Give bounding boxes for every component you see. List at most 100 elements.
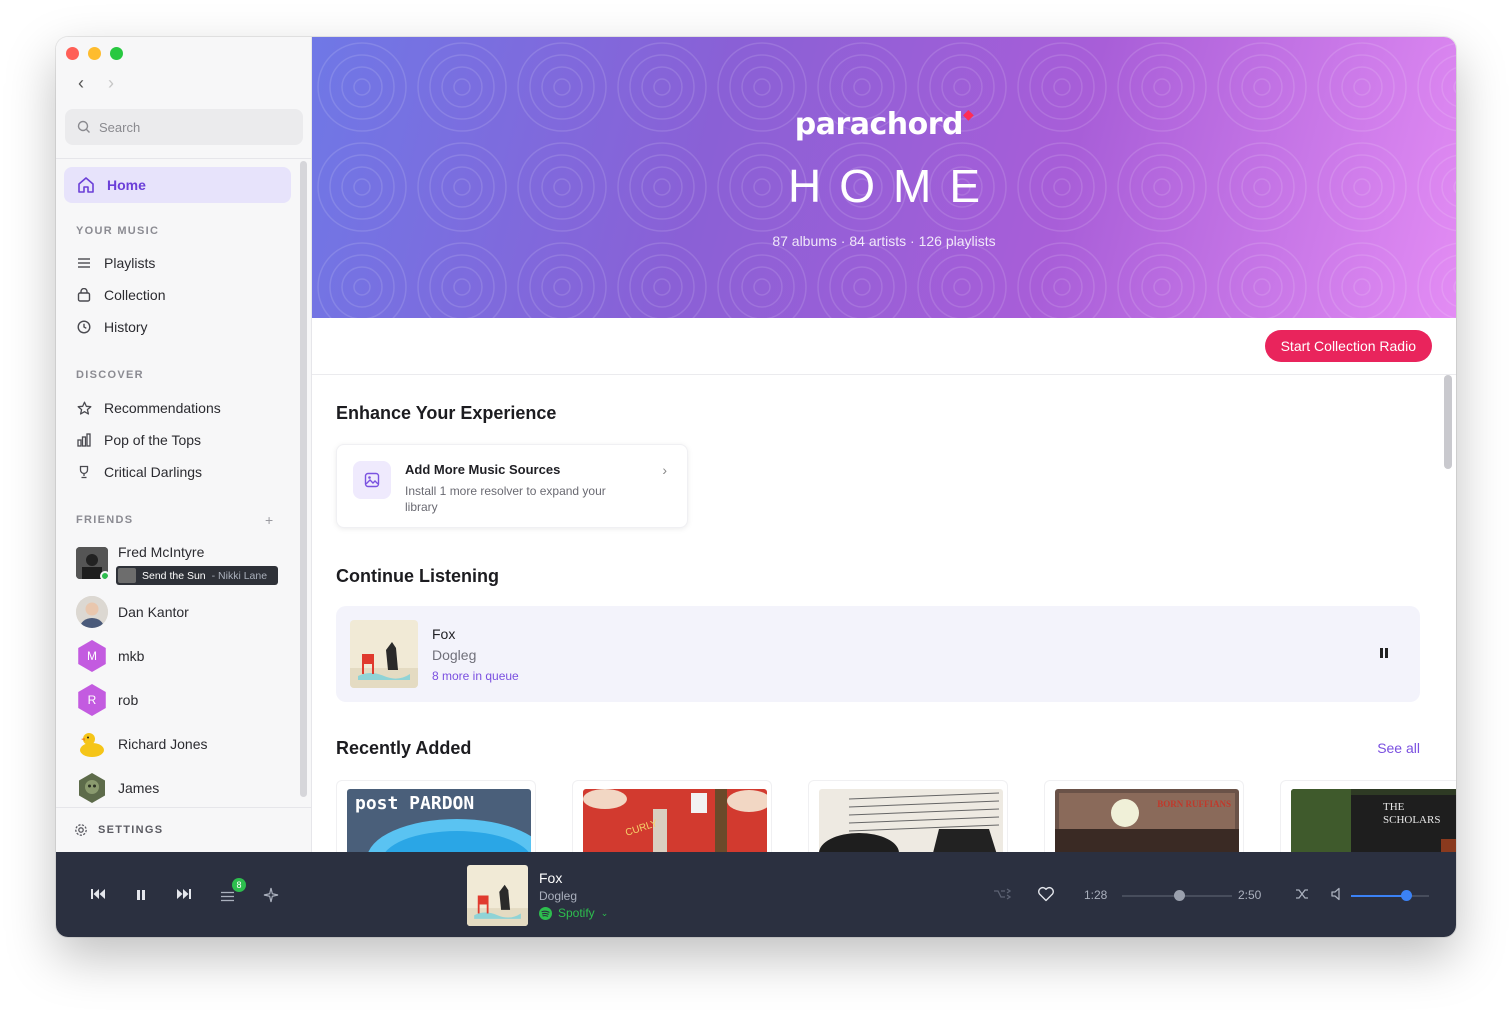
settings-button[interactable]: SETTINGS (56, 807, 312, 852)
album-card[interactable]: CURLY (572, 780, 772, 852)
track-artist: Dogleg (432, 647, 477, 663)
sparkle-icon (263, 887, 279, 903)
search-box[interactable] (65, 109, 303, 145)
playback-source-selector[interactable]: Spotify ⌄ (539, 906, 608, 920)
radio-mode-button[interactable] (992, 887, 1012, 906)
avatar-initial: M (87, 649, 97, 663)
volume-track[interactable] (1351, 895, 1429, 897)
recently-added-albums: post PARDON CURLY BORN RUFFIANS THE SCHO… (336, 780, 1456, 852)
source-label: Spotify (558, 906, 595, 920)
like-button[interactable] (1037, 886, 1055, 907)
friend-name: rob (118, 692, 139, 708)
queue-link[interactable]: 8 more in queue (432, 669, 519, 683)
avatar (76, 728, 108, 760)
add-music-sources-card[interactable]: Add More Music Sources Install 1 more re… (336, 444, 688, 528)
next-track-button[interactable] (176, 887, 192, 906)
queue-list-icon (221, 891, 234, 902)
chevron-down-icon: ⌄ (600, 907, 609, 918)
window-controls (66, 47, 123, 60)
radio-icon (994, 888, 1012, 900)
album-art (350, 620, 418, 688)
online-status-indicator (100, 571, 108, 579)
avatar (76, 772, 108, 804)
recently-added-title: Recently Added (336, 738, 472, 758)
start-collection-radio-button[interactable]: Start Collection Radio (1264, 330, 1432, 362)
continue-listening-card[interactable]: Fox Dogleg 8 more in queue (336, 606, 1420, 702)
elapsed-time: 1:28 (1084, 888, 1108, 902)
now-playing-album-art[interactable] (467, 865, 528, 926)
sidebar: ‹ › Home YOUR MUSIC Playlists Collection… (56, 37, 312, 852)
sidebar-item-critical-darlings[interactable]: Critical Darlings (76, 464, 202, 480)
search-input[interactable] (99, 119, 279, 135)
album-cover-text: THE SCHOLARS (1383, 801, 1441, 826)
track-title: Fox (432, 626, 456, 642)
chevron-right-icon: › (662, 462, 667, 478)
friends-heading: FRIENDS (76, 514, 134, 526)
discover-heading: DISCOVER (76, 369, 144, 381)
now-playing-title[interactable]: Fox (539, 870, 562, 886)
album-card[interactable]: THE SCHOLARS (1280, 780, 1456, 852)
page-title: HOME (788, 160, 998, 212)
album-card[interactable] (808, 780, 1008, 852)
friend-james[interactable]: James (76, 772, 159, 804)
spotify-icon (539, 906, 552, 920)
sidebar-item-recommendations[interactable]: Recommendations (76, 400, 221, 416)
album-cover (819, 789, 1003, 852)
friend-richard-jones[interactable]: Richard Jones (76, 728, 208, 760)
friend-dan-kantor[interactable]: Dan Kantor (76, 596, 189, 628)
main-scrollbar[interactable] (1444, 375, 1452, 469)
see-all-link[interactable]: See all (1377, 740, 1420, 756)
gear-icon (75, 824, 87, 836)
enhance-section-title: Enhance Your Experience (336, 403, 557, 423)
rubber-duck-icon (80, 733, 104, 757)
list-icon (76, 255, 92, 271)
sidebar-item-history[interactable]: History (76, 319, 148, 335)
clock-icon (76, 319, 92, 335)
back-arrow-icon[interactable]: ‹ (78, 73, 84, 94)
shuffle-button[interactable] (1295, 887, 1309, 906)
sidebar-scrollbar[interactable] (300, 161, 307, 797)
logo-text: parachord (794, 107, 964, 142)
album-card[interactable]: post PARDON (336, 780, 536, 852)
home-icon (78, 177, 94, 193)
navigation-arrows: ‹ › (78, 73, 114, 94)
player-bar: 8 Fox Dogleg Spotify ⌄ 1:28 2:50 (56, 852, 1456, 937)
sidebar-item-collection[interactable]: Collection (76, 287, 165, 303)
heart-icon (1038, 886, 1054, 902)
previous-track-button[interactable] (90, 887, 106, 906)
sidebar-item-label: Pop of the Tops (104, 432, 202, 448)
close-window-button[interactable] (66, 47, 79, 60)
avatar: M (78, 640, 106, 672)
album-cover-text: post PARDON (355, 793, 475, 814)
settings-label: SETTINGS (98, 824, 164, 836)
album-cover: BORN RUFFIANS (1055, 789, 1239, 852)
add-friend-icon[interactable]: + (265, 512, 273, 528)
album-cover: CURLY (583, 789, 767, 852)
queue-button[interactable] (221, 889, 234, 907)
forward-arrow-icon[interactable]: › (108, 73, 114, 94)
shuffle-icon (1296, 889, 1308, 899)
pause-button[interactable] (136, 888, 146, 906)
pause-icon[interactable] (1380, 648, 1390, 658)
now-playing-track: Send the Sun (142, 569, 206, 582)
ai-sparkle-button[interactable] (263, 887, 279, 908)
mute-button[interactable] (1331, 887, 1345, 906)
zoom-window-button[interactable] (110, 47, 123, 60)
parachord-logo: parachord◆ (312, 107, 1456, 142)
sidebar-item-playlists[interactable]: Playlists (76, 255, 155, 271)
avatar: R (78, 684, 106, 716)
sidebar-item-label: Critical Darlings (104, 464, 203, 480)
friend-now-playing[interactable]: Send the Sun - Nikki Lane (116, 566, 278, 585)
album-card[interactable]: BORN RUFFIANS (1044, 780, 1244, 852)
avatar-initial: R (87, 693, 97, 707)
progress-handle[interactable] (1174, 890, 1186, 901)
minimize-window-button[interactable] (88, 47, 101, 60)
now-playing-artist[interactable]: Dogleg (539, 889, 577, 903)
star-icon (76, 400, 92, 416)
friend-rob[interactable]: R rob (76, 684, 138, 716)
sidebar-item-label: History (104, 319, 148, 335)
friend-mkb[interactable]: M mkb (76, 640, 144, 672)
sidebar-item-home[interactable]: Home (64, 167, 291, 203)
volume-handle[interactable] (1400, 890, 1412, 901)
sidebar-item-pop-of-the-tops[interactable]: Pop of the Tops (76, 432, 201, 448)
